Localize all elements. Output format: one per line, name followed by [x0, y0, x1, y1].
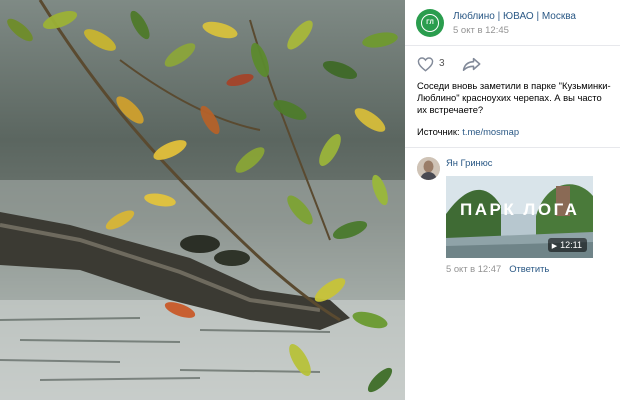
- post-sidebar: ГЛ Люблино | ЮВАО | Москва 5 окт в 12:45…: [405, 0, 620, 400]
- video-attachment[interactable]: ПАРК ЛОГА ▶ 12:11: [446, 176, 593, 258]
- group-avatar-logo: ГЛ: [421, 14, 439, 32]
- source-label: Источник:: [417, 126, 460, 137]
- comment-date[interactable]: 5 окт в 12:47: [446, 263, 501, 274]
- heart-icon[interactable]: [417, 56, 434, 72]
- like-count: 3: [439, 58, 445, 69]
- source-link[interactable]: t.me/mosmap: [462, 126, 519, 137]
- comment-meta: 5 окт в 12:47 Ответить: [446, 263, 549, 274]
- post-actions: 3: [417, 56, 607, 72]
- divider: [405, 147, 620, 148]
- video-duration: ▶ 12:11: [547, 238, 587, 252]
- commenter-name[interactable]: Ян Гринюс: [446, 157, 492, 168]
- video-title: ПАРК ЛОГА: [460, 200, 580, 219]
- person-photo-icon: [417, 157, 440, 180]
- reply-link[interactable]: Ответить: [509, 263, 549, 274]
- share-arrow-icon[interactable]: [462, 56, 482, 72]
- commenter-avatar[interactable]: [417, 157, 440, 180]
- post-photo[interactable]: [0, 0, 405, 400]
- post-header: ГЛ Люблино | ЮВАО | Москва 5 окт в 12:45: [405, 0, 620, 46]
- post-text: Соседи вновь заметили в парке "Кузьминки…: [417, 80, 611, 115]
- play-icon: ▶: [551, 243, 558, 250]
- group-name-link[interactable]: Люблино | ЮВАО | Москва: [453, 11, 576, 22]
- post-date[interactable]: 5 окт в 12:45: [453, 25, 509, 36]
- group-avatar[interactable]: ГЛ: [416, 9, 444, 37]
- photo-drawing: [0, 0, 405, 400]
- video-duration-text: 12:11: [560, 240, 582, 250]
- post-source: Источник: t.me/mosmap: [417, 126, 612, 137]
